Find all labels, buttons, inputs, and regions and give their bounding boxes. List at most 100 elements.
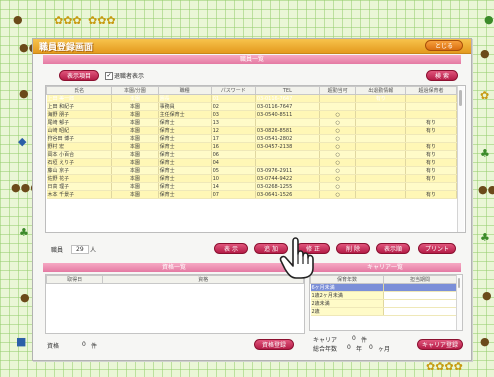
table-cell (355, 134, 407, 143)
table-cell (355, 126, 407, 135)
career-row-period (383, 307, 457, 316)
table-cell: 本園 (111, 110, 159, 119)
window-title: 職員登録画面 (39, 43, 94, 53)
table-row[interactable]: 海野 朋子 本園 主任保育士 03 03-0540-8511 ○ (46, 110, 457, 119)
register-qualification-button[interactable]: 資格登録 (254, 339, 294, 350)
table-cell: ○ (319, 182, 357, 191)
qualification-count-value: 0 (82, 341, 86, 348)
table-cell: 10 (211, 174, 256, 183)
search-button[interactable]: 検 索 (426, 70, 458, 81)
table-cell: 04 (211, 158, 256, 167)
table-cell: 佐野 花子 (46, 174, 113, 183)
table-cell: 保育士 (158, 182, 212, 191)
column-header: 超勤当可 (318, 86, 357, 95)
table-cell: ○ (319, 110, 357, 119)
career-row-period (383, 291, 457, 300)
print-button[interactable]: プリント (418, 243, 456, 254)
delete-button[interactable]: 削 除 (336, 243, 370, 254)
list-item[interactable]: 2歳未満 (310, 299, 457, 308)
table-cell (319, 102, 357, 111)
table-cell (355, 158, 407, 167)
career-row-label: 6ヶ月未満 (310, 283, 384, 292)
career-table-scrollbar[interactable] (456, 275, 462, 330)
table-cell: 有り (405, 126, 457, 135)
table-cell: 01 (211, 94, 256, 103)
chick-decoration-icon: ✿✿✿ (88, 14, 116, 27)
table-cell: 03-0826-8581 (255, 126, 320, 135)
title-bar: 職員登録画面 とじる (33, 39, 471, 54)
table-row[interactable]: 佐野 花子 本園 保育士 10 03-0744-9422 ○ 有り (46, 174, 457, 183)
table-row[interactable]: 木本 千景子 本園 保育士 07 03-0641-1526 ○ 有り (46, 190, 457, 199)
career-table-grid: 保育年数 担当期間 6ヶ月未満 1歳2ヶ月未満 2歳未満 2歳 (310, 275, 457, 316)
table-cell (355, 102, 407, 111)
table-cell: 03-0541-2802 (255, 134, 320, 143)
career-total-label: 総合年数 (313, 346, 338, 353)
table-cell: ○ (319, 158, 357, 167)
table-cell: ○ (319, 142, 357, 151)
table-cell: 03-0540-8511 (255, 110, 320, 119)
display-order-button[interactable]: 表示順 (376, 243, 410, 254)
table-cell: 本園 (111, 150, 159, 159)
staff-table: 氏名 本園/分園 職種 パスワード TEL 超勤当可 出退勤情報 超過保育者 上田 美一郎 本園… (46, 86, 457, 199)
list-item[interactable]: 2歳 (310, 307, 457, 316)
hand-cursor-icon (279, 237, 314, 279)
table-cell: 山崎 昭紀 (46, 126, 113, 135)
table-cell: 本園 (111, 94, 159, 103)
table-row[interactable]: 石垣 えり子 本園 保育士 04 ○ 有り (46, 158, 457, 167)
table-row[interactable]: 岡本 小百合 本園 保育士 06 ○ 有り (46, 150, 457, 159)
staff-table-scrollbar[interactable] (457, 86, 464, 232)
career-count-label: キャリア (313, 337, 338, 344)
display-items-button[interactable]: 表示項目 (59, 70, 99, 81)
close-button[interactable]: とじる (425, 40, 463, 51)
table-cell: 有り (405, 174, 457, 183)
table-cell: 05 (211, 166, 256, 175)
register-career-button[interactable]: キャリア登録 (417, 339, 463, 350)
table-cell: 保育士 (158, 158, 212, 167)
table-cell: 保育士 (158, 174, 212, 183)
table-cell (405, 110, 457, 119)
table-row[interactable]: 狩谷田 博子 本園 保育士 17 03-0541-2802 ○ (46, 134, 457, 143)
lion-decoration-icon: ✿ (480, 89, 490, 102)
bear-decoration-icon: ● (20, 291, 30, 304)
table-cell: 03-0641-1526 (255, 190, 320, 199)
table-cell: ○ (319, 134, 357, 143)
career-row-label: 2歳未満 (310, 299, 384, 308)
display-button[interactable]: 表 示 (214, 243, 248, 254)
table-cell: 本園 (111, 126, 159, 135)
table-row[interactable]: 野村 宏本園 保育士 16 03-0457-2138 ○ 有り (46, 142, 457, 151)
table-cell: 保育士 (158, 134, 212, 143)
table-cell (405, 182, 457, 191)
chick-decoration-icon: ✿✿✿ (54, 14, 82, 27)
bear-decoration-icon: ● (480, 335, 490, 348)
table-row[interactable]: 山崎 昭紀 本園 保育士 12 03-0826-8581 ○ 有り (46, 126, 457, 135)
table-cell: 03 (211, 110, 256, 119)
table-row[interactable]: 上田 和紀子 本園 事務員 02 03-0116-7647 (46, 102, 457, 111)
column-header: 保育年数 (310, 275, 384, 284)
table-cell: 有り (355, 94, 407, 103)
frog-decoration-icon: ♣ (480, 147, 490, 160)
table-cell: 上田 和紀子 (46, 102, 113, 111)
table-row[interactable]: 上田 美一郎 本園 園長 01 03-0116-7647 有り (46, 94, 457, 103)
list-item[interactable]: 6ヶ月未満 (310, 283, 457, 292)
table-cell (319, 94, 357, 103)
table-cell: 事務員 (158, 102, 212, 111)
table-cell: ○ (319, 166, 357, 175)
list-item[interactable]: 1歳2ヶ月未満 (310, 291, 457, 300)
table-cell (355, 190, 407, 199)
show-retired-checkbox[interactable]: ✓ (105, 72, 113, 80)
table-cell: 保育士 (158, 142, 212, 151)
column-header: 本園/分園 (111, 86, 159, 95)
career-scroll-thumb[interactable] (458, 278, 460, 288)
bear-decoration-icon: ●● (478, 183, 494, 196)
table-row[interactable]: 日高 理子 本園 保育士 14 03-0268-1255 ○ (46, 182, 457, 191)
career-row-label: 2歳 (310, 307, 384, 316)
career-row-period (383, 283, 457, 292)
column-header: TEL (254, 86, 320, 95)
table-row[interactable]: 藤山 京子 本園 保育士 05 03-0976-2911 ○ 有り (46, 166, 457, 175)
table-cell: 岡本 小百合 (46, 150, 113, 159)
table-row[interactable]: 尾崎 郁子 本園 保育士 13 ○ 有り (46, 118, 457, 127)
column-header: 資格 (102, 275, 304, 284)
table-cell: 上田 美一郎 (46, 94, 113, 103)
staff-scroll-thumb[interactable] (459, 90, 462, 106)
bear-decoration-icon: ● (19, 87, 29, 100)
